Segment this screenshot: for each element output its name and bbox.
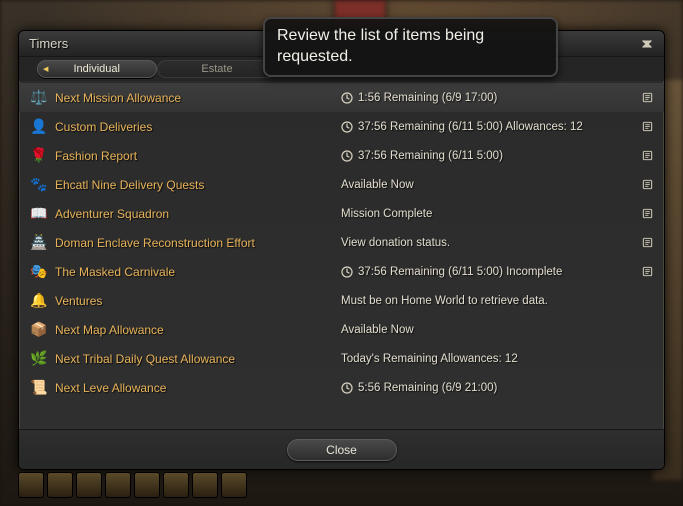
row-icon: 📜 <box>29 378 49 398</box>
row-icon: 📦 <box>29 320 49 340</box>
row-status-text: Available Now <box>341 179 414 191</box>
window-title: Timers <box>29 36 68 51</box>
row-status: Available Now <box>341 324 634 336</box>
row-status-text: 5:56 Remaining (6/9 21:00) <box>358 382 497 394</box>
help-icon[interactable] <box>638 36 656 52</box>
row-status: 5:56 Remaining (6/9 21:00) <box>341 382 634 394</box>
clock-icon <box>341 382 353 394</box>
row-icon: 🏯 <box>29 233 49 253</box>
timer-row[interactable]: 🌿 Next Tribal Daily Quest Allowance Today'… <box>19 344 664 373</box>
row-status: Today's Remaining Allowances: 12 <box>341 353 634 365</box>
notebook-icon[interactable] <box>640 91 654 105</box>
notebook-icon[interactable] <box>640 236 654 250</box>
notebook-icon[interactable] <box>640 149 654 163</box>
row-status: 1:56 Remaining (6/9 17:00) <box>341 92 634 104</box>
close-button[interactable]: Close <box>287 439 397 461</box>
row-icon: 🌿 <box>29 349 49 369</box>
row-name: Next Map Allowance <box>55 323 335 337</box>
row-name: Ventures <box>55 294 335 308</box>
row-status-text: 37:56 Remaining (6/11 5:00) Incomplete <box>358 266 562 278</box>
row-name: Fashion Report <box>55 149 335 163</box>
timer-row[interactable]: 🏯 Doman Enclave Reconstruction Effort View… <box>19 228 664 257</box>
row-name: Next Leve Allowance <box>55 381 335 395</box>
timer-row[interactable]: ⚖️ Next Mission Allowance 1:56 Remaining (… <box>19 83 664 112</box>
timers-window: Timers Individual Estate ⚖️ Next Mission … <box>18 30 665 470</box>
row-name: Next Tribal Daily Quest Allowance <box>55 352 335 366</box>
timer-row[interactable]: 🐾 Ehcatl Nine Delivery Quests Available No… <box>19 170 664 199</box>
timer-row[interactable]: 📦 Next Map Allowance Available Now <box>19 315 664 344</box>
row-status-text: View donation status. <box>341 237 450 249</box>
timer-row[interactable]: 🔔 Ventures Must be on Home World to retrie… <box>19 286 664 315</box>
hotbar-hint <box>18 472 665 502</box>
row-name: Doman Enclave Reconstruction Effort <box>55 236 335 250</box>
row-status-text: 1:56 Remaining (6/9 17:00) <box>358 92 497 104</box>
row-name: Ehcatl Nine Delivery Quests <box>55 178 335 192</box>
row-name: Custom Deliveries <box>55 120 335 134</box>
timer-row[interactable]: 👤 Custom Deliveries 37:56 Remaining (6/11 … <box>19 112 664 141</box>
tab-estate[interactable]: Estate <box>157 60 277 78</box>
tooltip-text: Review the list of items being requested… <box>277 27 484 65</box>
clock-icon <box>341 92 353 104</box>
row-status: Must be on Home World to retrieve data. <box>341 295 634 307</box>
row-status-text: Available Now <box>341 324 414 336</box>
row-icon: 🌹 <box>29 146 49 166</box>
row-status-text: Mission Complete <box>341 208 432 220</box>
clock-icon <box>341 266 353 278</box>
row-status-text: 37:56 Remaining (6/11 5:00) <box>358 150 503 162</box>
row-icon: 🐾 <box>29 175 49 195</box>
notebook-icon <box>640 352 654 366</box>
row-status-text: Today's Remaining Allowances: 12 <box>341 353 518 365</box>
timer-row[interactable]: 📖 Adventurer Squadron Mission Complete <box>19 199 664 228</box>
row-status: 37:56 Remaining (6/11 5:00) Allowances: … <box>341 121 634 133</box>
notebook-icon[interactable] <box>640 265 654 279</box>
timer-row[interactable]: 📜 Next Leve Allowance 5:56 Remaining (6/9 … <box>19 373 664 402</box>
timer-row[interactable]: 🌹 Fashion Report 37:56 Remaining (6/11 5:0… <box>19 141 664 170</box>
clock-icon <box>341 150 353 162</box>
tab-individual[interactable]: Individual <box>37 60 157 78</box>
row-name: Adventurer Squadron <box>55 207 335 221</box>
row-status: 37:56 Remaining (6/11 5:00) <box>341 150 634 162</box>
notebook-icon <box>640 294 654 308</box>
footer: Close <box>19 429 664 469</box>
row-status: View donation status. <box>341 237 634 249</box>
tooltip: Review the list of items being requested… <box>263 17 558 77</box>
row-status-text: Must be on Home World to retrieve data. <box>341 295 548 307</box>
notebook-icon <box>640 323 654 337</box>
row-icon: 📖 <box>29 204 49 224</box>
notebook-icon[interactable] <box>640 178 654 192</box>
row-status: Mission Complete <box>341 208 634 220</box>
notebook-icon[interactable] <box>640 120 654 134</box>
row-status: 37:56 Remaining (6/11 5:00) Incomplete <box>341 266 634 278</box>
row-name: The Masked Carnivale <box>55 265 335 279</box>
timer-row[interactable]: 🎭 The Masked Carnivale 37:56 Remaining (6/… <box>19 257 664 286</box>
row-icon: 🎭 <box>29 262 49 282</box>
timer-list: ⚖️ Next Mission Allowance 1:56 Remaining (… <box>19 81 664 429</box>
row-icon: 👤 <box>29 117 49 137</box>
row-status-text: 37:56 Remaining (6/11 5:00) Allowances: … <box>358 121 583 133</box>
row-status: Available Now <box>341 179 634 191</box>
row-icon: 🔔 <box>29 291 49 311</box>
notebook-icon <box>640 381 654 395</box>
clock-icon <box>341 121 353 133</box>
notebook-icon[interactable] <box>640 207 654 221</box>
row-name: Next Mission Allowance <box>55 91 335 105</box>
row-icon: ⚖️ <box>29 88 49 108</box>
